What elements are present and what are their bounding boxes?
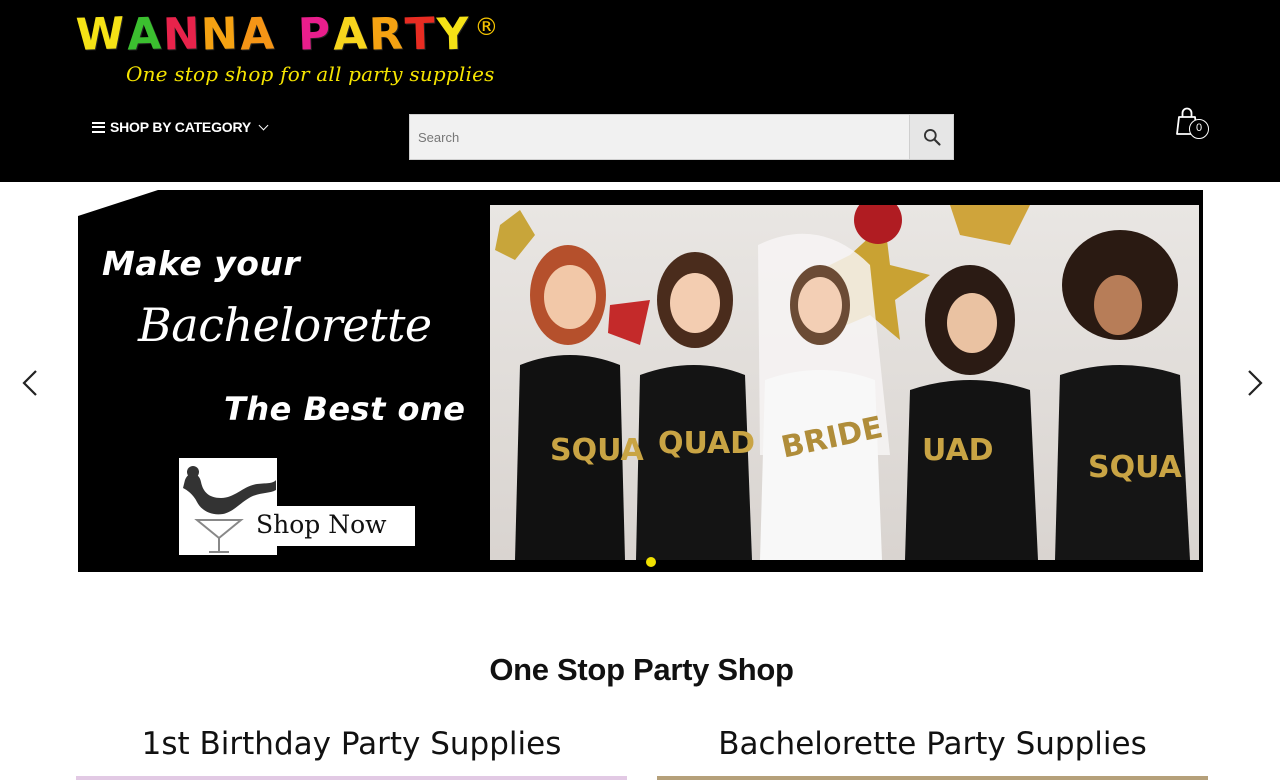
- corner-decoration: [78, 190, 158, 216]
- category-image-1st-birthday[interactable]: [76, 776, 627, 780]
- search-button[interactable]: [909, 114, 954, 160]
- category-image-bachelorette[interactable]: [657, 776, 1208, 780]
- logo-letter: A: [331, 8, 370, 61]
- category-title-bachelorette[interactable]: Bachelorette Party Supplies: [657, 726, 1208, 762]
- shirt-text: SQUA: [1088, 450, 1183, 485]
- shop-by-category-label: SHOP BY CATEGORY: [110, 119, 251, 135]
- site-header: W A N N A P A R T Y ® One stop shop for …: [0, 0, 1280, 182]
- logo-letter: A: [125, 8, 164, 61]
- hero-photo: SQUA QUAD BRIDE UAD SQUA: [490, 205, 1199, 560]
- hamburger-menu-icon: [92, 121, 105, 133]
- search-input[interactable]: [409, 114, 909, 160]
- shop-now-button[interactable]: Shop Now: [179, 458, 415, 555]
- shop-by-category-menu[interactable]: SHOP BY CATEGORY: [92, 116, 269, 138]
- banner-headline-3: The Best one: [224, 390, 466, 428]
- hero-slider: Make your Bachelorette The Best one Shop…: [78, 190, 1203, 572]
- shirt-text: UAD: [922, 433, 994, 468]
- logo-letter: R: [367, 8, 406, 61]
- chevron-down-icon: [258, 120, 269, 130]
- logo-letter: Y: [435, 8, 472, 61]
- chevron-right-icon: [1248, 370, 1263, 396]
- category-title-1st-birthday[interactable]: 1st Birthday Party Supplies: [76, 726, 627, 762]
- cart-button[interactable]: 0: [1172, 106, 1212, 142]
- slider-dot-active[interactable]: [646, 557, 656, 567]
- shop-now-label: Shop Now: [256, 510, 387, 539]
- logo-letter: P: [297, 8, 334, 61]
- logo-letter: N: [200, 8, 242, 61]
- section-title: One Stop Party Shop: [489, 652, 794, 687]
- logo-letter: A: [239, 8, 278, 61]
- logo-letter: W: [75, 8, 128, 61]
- banner-headline-2: Bachelorette: [138, 298, 432, 352]
- search-bar: [409, 114, 954, 160]
- cart-count-badge: 0: [1189, 119, 1209, 139]
- registered-mark: ®: [474, 13, 501, 41]
- bachelorette-group-photo: SQUA QUAD BRIDE UAD SQUA: [490, 205, 1199, 560]
- logo-letter: T: [403, 8, 438, 61]
- logo-tagline: One stop shop for all party supplies: [126, 62, 495, 86]
- search-icon: [923, 129, 941, 146]
- logo-wordmark: W A N N A P A R T Y ®: [75, 8, 556, 66]
- shirt-text: SQUA: [550, 433, 645, 468]
- shirt-text: QUAD: [658, 426, 755, 461]
- slider-prev-button[interactable]: [18, 368, 46, 398]
- slider-next-button[interactable]: [1241, 368, 1269, 398]
- logo-letter: N: [161, 8, 203, 61]
- banner-headline-1: Make your: [102, 244, 301, 283]
- chevron-left-icon: [22, 370, 37, 396]
- site-logo[interactable]: W A N N A P A R T Y ® One stop shop for …: [75, 8, 556, 96]
